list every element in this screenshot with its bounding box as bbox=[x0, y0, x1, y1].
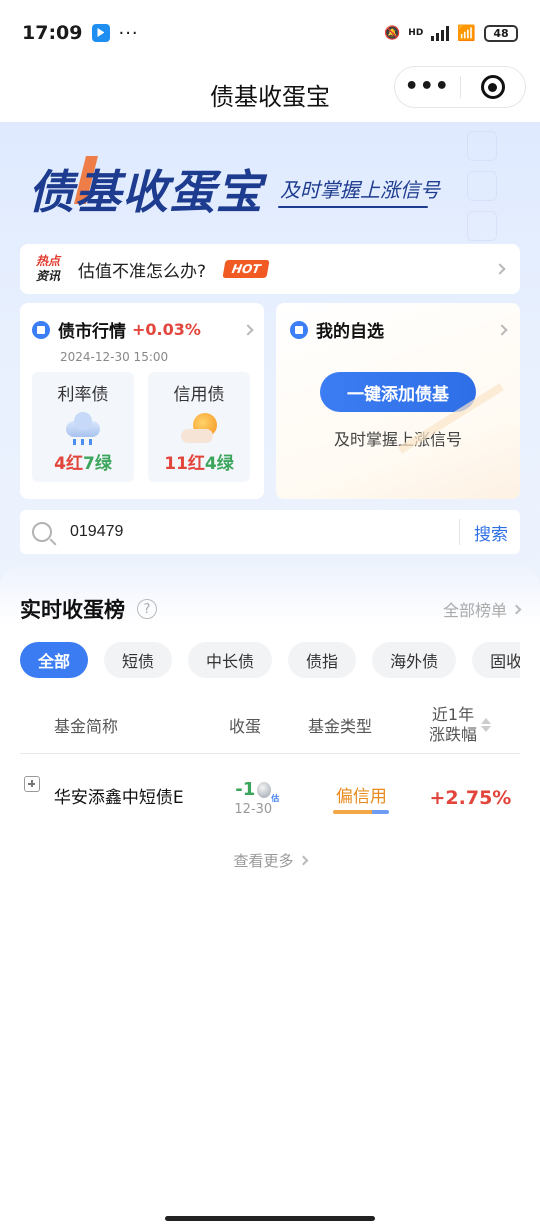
market-date: 2024-12-30 15:00 bbox=[60, 350, 169, 364]
egg-date: 12-30 bbox=[234, 802, 273, 817]
search-icon bbox=[32, 522, 52, 542]
tab-all[interactable]: 全部 bbox=[20, 642, 89, 678]
slogan-underline bbox=[278, 206, 428, 208]
network-label: HD bbox=[408, 28, 424, 38]
chevron-right-icon bbox=[511, 604, 522, 614]
view-more-label: 查看更多 bbox=[233, 852, 294, 870]
battery-icon: 48 bbox=[484, 24, 518, 42]
help-icon[interactable]: ? bbox=[137, 599, 157, 619]
one-year-change: +2.75% bbox=[429, 787, 512, 809]
chart-icon bbox=[32, 320, 50, 339]
credit-bond-label: 信用债 bbox=[173, 385, 225, 405]
ranking-title: 实时收蛋榜 bbox=[20, 598, 125, 622]
credit-bond-tile[interactable]: 信用债 11红4绿 bbox=[148, 372, 250, 482]
all-rankings-link[interactable]: 全部榜单 bbox=[442, 597, 522, 621]
all-rankings-label: 全部榜单 bbox=[442, 601, 507, 620]
rain-cloud-icon bbox=[63, 411, 103, 445]
table-header: 基金简称 收蛋 基金类型 近1年 涨跌幅 bbox=[20, 696, 520, 754]
more-notifications-icon: ··· bbox=[118, 22, 139, 44]
hot-news-tag: 热点 资讯 bbox=[36, 254, 60, 284]
tab-mid-long-bond[interactable]: 中长债 bbox=[188, 642, 273, 678]
col-fund-type: 基金类型 bbox=[307, 716, 372, 736]
rate-bond-count: 4红7绿 bbox=[54, 454, 112, 474]
fund-name: 华安添鑫中短债E bbox=[53, 787, 184, 808]
ranking-section: 实时收蛋榜 ? 全部榜单 全部 短债 中长债 债指 海外债 固收+ 基金简称 收… bbox=[0, 566, 540, 1206]
egg-value: -1 bbox=[235, 779, 256, 800]
mute-icon: 🔕 bbox=[384, 25, 401, 41]
page-title: 债基收蛋宝 bbox=[210, 82, 330, 111]
sort-icon bbox=[481, 717, 491, 732]
search-divider bbox=[459, 519, 460, 545]
tab-fixed-income-plus[interactable]: 固收+ bbox=[472, 642, 520, 678]
status-time: 17:09 bbox=[22, 22, 83, 44]
fund-type-cell: 偏信用 bbox=[302, 782, 421, 814]
market-title: 债市行情 bbox=[58, 322, 126, 342]
search-bar: 搜索 bbox=[20, 510, 520, 554]
close-mini-program-button[interactable] bbox=[461, 67, 526, 107]
rate-bond-label: 利率债 bbox=[57, 385, 109, 405]
rate-bond-tile[interactable]: 利率债 4红7绿 bbox=[32, 372, 134, 482]
col-egg: 收蛋 bbox=[228, 716, 261, 736]
col-1y-change[interactable]: 近1年 涨跌幅 bbox=[400, 705, 520, 745]
favorites-title: 我的自选 bbox=[316, 322, 384, 342]
table-row[interactable]: 华安添鑫中短债E -1 12-30 偏信用 +2.75% bbox=[20, 766, 520, 830]
more-dots-icon: ••• bbox=[404, 74, 450, 99]
signal-icon bbox=[431, 25, 450, 41]
decor-grid bbox=[464, 128, 534, 281]
nav-bar: 债基收蛋宝 ••• bbox=[0, 66, 540, 122]
bond-market-card[interactable]: 债市行情 +0.03% 2024-12-30 15:00 利率债 4红7绿 信用… bbox=[20, 303, 264, 499]
market-change: +0.03% bbox=[132, 320, 201, 339]
col-fund-name: 基金简称 bbox=[54, 716, 119, 736]
credit-bond-count: 11红4绿 bbox=[164, 454, 234, 474]
bookmark-icon bbox=[290, 320, 308, 339]
status-icons: 🔕 HD 📶 48 bbox=[384, 24, 518, 42]
chevron-right-icon bbox=[242, 323, 254, 336]
hero-slogan: 及时掌握上涨信号 bbox=[280, 178, 440, 202]
col-1y-change-line1: 近1年 bbox=[431, 704, 475, 724]
egg-cell: -1 12-30 bbox=[209, 779, 298, 817]
brand-logo: 债基收蛋宝 bbox=[28, 165, 263, 219]
mini-program-capsule: ••• bbox=[394, 66, 526, 108]
home-indicator[interactable] bbox=[165, 1216, 375, 1221]
tab-short-bond[interactable]: 短债 bbox=[104, 642, 173, 678]
tab-overseas-bond[interactable]: 海外债 bbox=[372, 642, 457, 678]
hero-banner: 债基收蛋宝 及时掌握上涨信号 热点 资讯 估值不准怎么办? HOT 债市行情 +… bbox=[0, 122, 540, 592]
expand-icon[interactable] bbox=[24, 776, 40, 792]
egg-estimate-icon bbox=[257, 781, 279, 804]
wifi-icon: 📶 bbox=[457, 24, 476, 42]
fund-type-bar bbox=[333, 810, 390, 814]
sun-cloud-icon bbox=[179, 411, 219, 445]
chevron-right-icon bbox=[496, 323, 508, 336]
fund-type: 偏信用 bbox=[335, 787, 387, 807]
news-tag-line2: 资讯 bbox=[36, 269, 61, 283]
add-bond-funds-button[interactable]: 一键添加债基 bbox=[320, 372, 476, 412]
news-headline: 估值不准怎么办? bbox=[78, 261, 207, 282]
view-more-link[interactable]: 查看更多 bbox=[0, 850, 540, 871]
app-notification-icon bbox=[92, 24, 111, 42]
my-favorites-card[interactable]: 我的自选 一键添加债基 及时掌握上涨信号 bbox=[276, 303, 520, 499]
chevron-right-icon bbox=[298, 855, 308, 866]
search-input[interactable] bbox=[70, 523, 430, 541]
tab-bond-index[interactable]: 债指 bbox=[288, 642, 357, 678]
category-tabs: 全部 短债 中长债 债指 海外债 固收+ bbox=[20, 642, 520, 678]
search-button[interactable]: 搜索 bbox=[474, 520, 508, 545]
hot-badge: HOT bbox=[222, 260, 271, 278]
hot-news-bar[interactable]: 热点 资讯 估值不准怎么办? HOT bbox=[20, 244, 520, 294]
more-menu-button[interactable]: ••• bbox=[395, 67, 460, 107]
status-bar: 17:09 ··· 🔕 HD 📶 48 bbox=[0, 0, 540, 66]
news-tag-line1: 热点 bbox=[36, 254, 61, 268]
col-1y-change-line2: 涨跌幅 bbox=[428, 724, 477, 744]
target-icon bbox=[480, 75, 505, 99]
chevron-right-icon bbox=[494, 263, 506, 275]
